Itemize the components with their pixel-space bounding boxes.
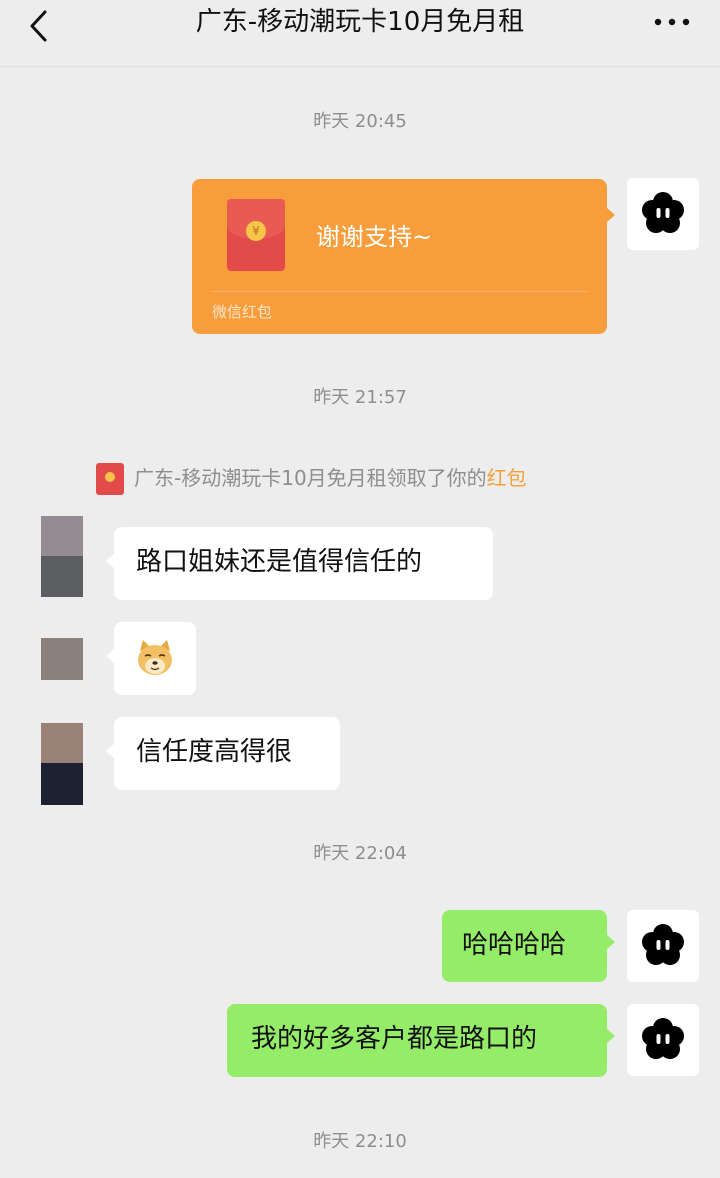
more-dots-icon	[654, 18, 690, 26]
message-bubble[interactable]: 信任度高得很	[106, 717, 340, 790]
red-packet-label: 微信红包	[212, 303, 273, 321]
flower-avatar-icon	[642, 1018, 684, 1059]
chat-title: 广东-移动潮玩卡10月免月租	[195, 7, 525, 37]
timestamp: 昨天 21:57	[313, 387, 407, 408]
message-text: 路口姐妹还是值得信任的	[136, 547, 423, 577]
flower-avatar-icon	[642, 192, 684, 233]
timestamp: 昨天 20:45	[313, 111, 407, 132]
message-text: 信任度高得很	[136, 737, 293, 767]
back-button[interactable]	[20, 6, 60, 46]
red-packet-message[interactable]: ¥ 谢谢支持~ 微信红包	[192, 179, 615, 334]
emoji-bubble[interactable]	[106, 622, 196, 695]
red-packet-divider	[212, 291, 587, 292]
sender-avatar[interactable]	[41, 723, 83, 765]
sender-avatar[interactable]	[41, 516, 83, 558]
my-avatar[interactable]	[627, 178, 699, 250]
sender-avatar-lower	[41, 556, 83, 597]
my-avatar[interactable]	[627, 1004, 699, 1076]
sender-avatar-lower	[41, 763, 83, 805]
message-bubble[interactable]: 路口姐妹还是值得信任的	[106, 527, 493, 600]
message-bubble[interactable]: 哈哈哈哈	[442, 910, 615, 982]
red-packet-greeting: 谢谢支持~	[316, 223, 433, 251]
message-bubble[interactable]: 我的好多客户都是路口的	[227, 1004, 615, 1077]
chat-header: 广东-移动潮玩卡10月免月租	[0, 0, 720, 67]
message-text: 我的好多客户都是路口的	[251, 1024, 538, 1054]
system-note-text: 广东-移动潮玩卡10月免月租领取了你的	[134, 466, 487, 490]
red-packet-icon	[96, 463, 124, 495]
sender-avatar[interactable]	[41, 638, 83, 680]
my-avatar[interactable]	[627, 910, 699, 982]
red-packet-link[interactable]: 红包	[487, 466, 527, 490]
message-text: 哈哈哈哈	[462, 930, 567, 960]
flower-avatar-icon	[642, 924, 684, 965]
doge-emoji-icon	[138, 640, 172, 675]
red-packet-icon: ¥	[227, 199, 285, 271]
more-button[interactable]	[652, 10, 692, 34]
timestamp: 昨天 22:04	[313, 843, 407, 864]
chevron-left-icon	[30, 10, 47, 42]
timestamp: 昨天 22:10	[313, 1131, 407, 1152]
